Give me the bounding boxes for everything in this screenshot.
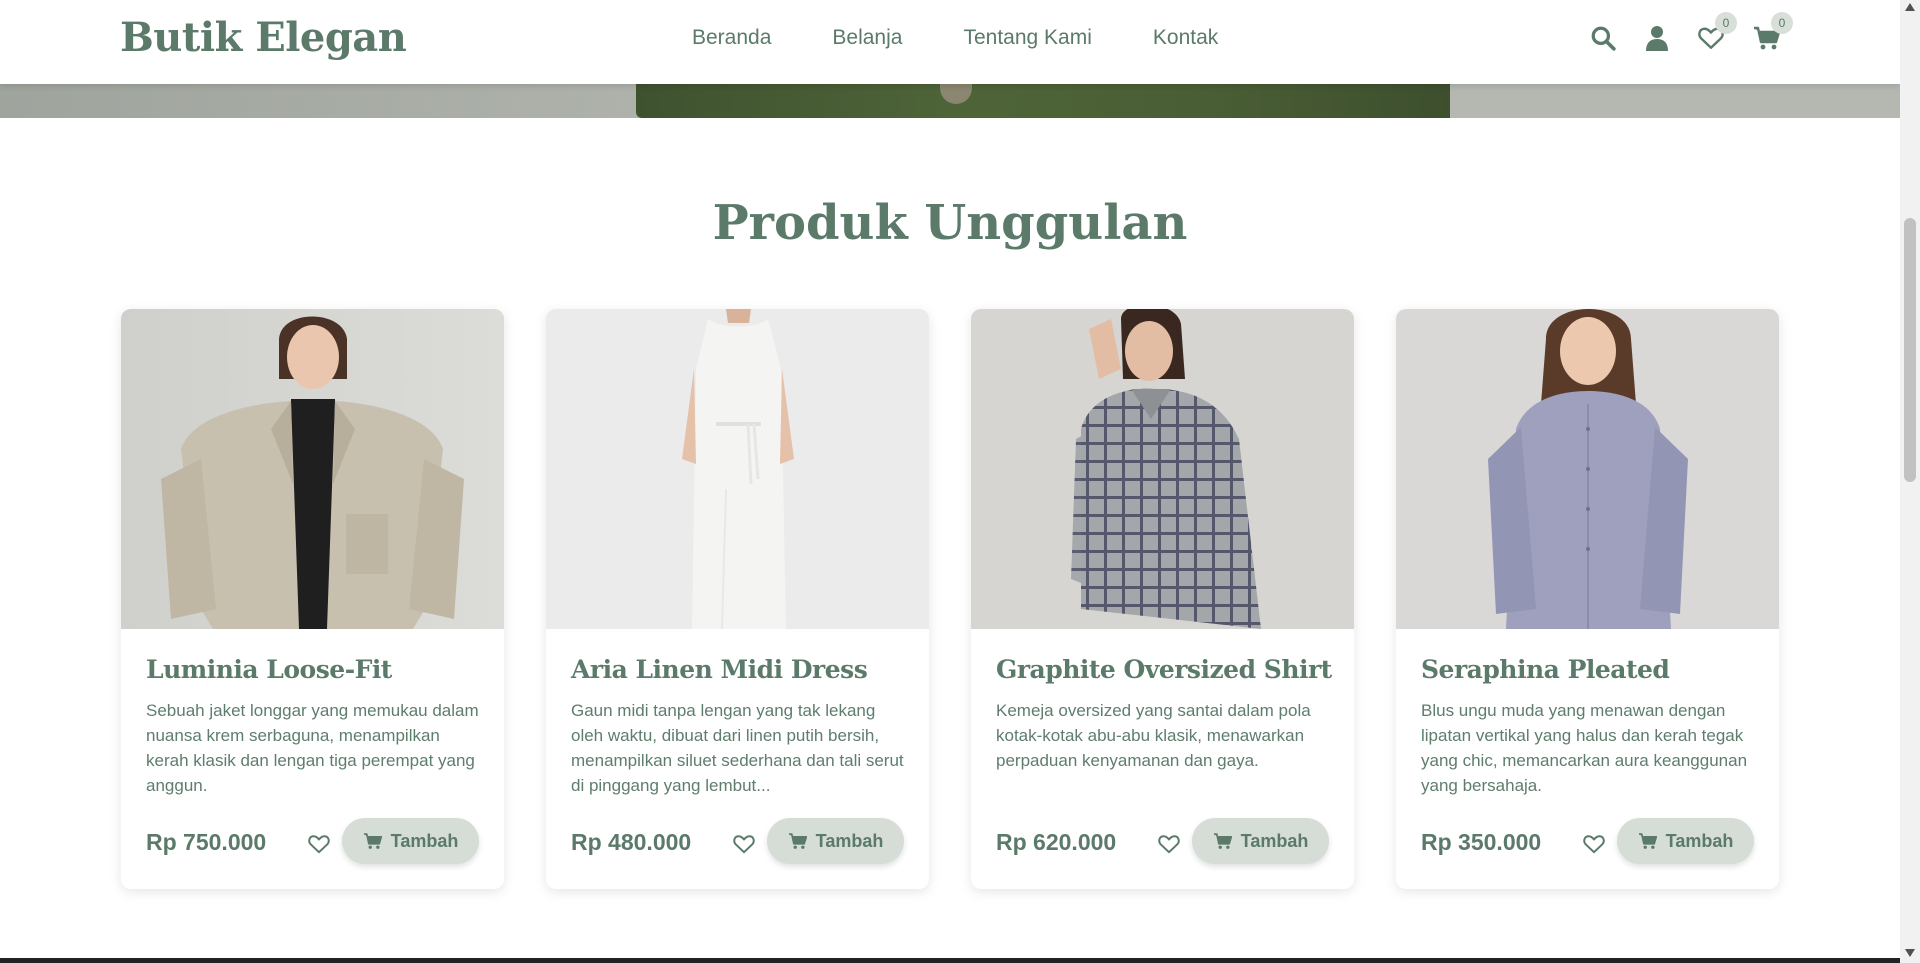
- product-card[interactable]: Luminia Loose-Fit Sebuah jaket longgar y…: [121, 309, 504, 889]
- user-icon: [1646, 26, 1668, 51]
- product-description: Kemeja oversized yang santai dalam pola …: [996, 701, 1311, 770]
- product-price: Rp 480.000: [571, 829, 692, 855]
- add-to-cart-button[interactable]: Tambah: [1617, 818, 1754, 864]
- add-to-cart-label: Tambah: [390, 830, 459, 851]
- product-image[interactable]: [971, 309, 1354, 629]
- product-image[interactable]: [546, 309, 929, 629]
- search-button[interactable]: [1586, 20, 1620, 56]
- section-title: Produk Unggulan: [712, 195, 1188, 251]
- add-to-cart-label: Tambah: [1240, 830, 1309, 851]
- add-to-cart-button[interactable]: Tambah: [1192, 818, 1329, 864]
- nav-belanja[interactable]: Belanja: [832, 26, 902, 50]
- product-description: Sebuah jaket longgar yang memukau dalam …: [146, 701, 479, 795]
- brand-logo[interactable]: Butik Elegan: [120, 14, 407, 61]
- main-nav: Beranda Belanja Tentang Kami Kontak: [692, 26, 1279, 50]
- product-description: Blus ungu muda yang menawan dengan lipat…: [1421, 701, 1748, 795]
- heart-icon: [308, 835, 330, 854]
- wishlist-count-badge: 0: [1715, 12, 1737, 34]
- heart-icon: [1158, 835, 1180, 854]
- account-button[interactable]: [1640, 20, 1674, 56]
- heart-icon: [733, 835, 755, 854]
- cart-icon: [363, 833, 382, 849]
- product-card[interactable]: Graphite Oversized Shirt Kemeja oversize…: [971, 309, 1354, 889]
- product-name[interactable]: Seraphina Pleated: [1421, 655, 1670, 684]
- add-to-wishlist-button[interactable]: [1581, 831, 1607, 857]
- nav-kontak[interactable]: Kontak: [1153, 26, 1218, 50]
- add-to-cart-button[interactable]: Tambah: [342, 818, 479, 864]
- vertical-scrollbar[interactable]: [1900, 0, 1920, 963]
- add-to-cart-label: Tambah: [815, 830, 884, 851]
- product-price: Rp 750.000: [146, 829, 267, 855]
- product-name[interactable]: Graphite Oversized Shirt: [996, 655, 1332, 684]
- heart-icon: [1583, 835, 1605, 854]
- add-to-wishlist-button[interactable]: [306, 831, 332, 857]
- scrollbar-thumb[interactable]: [1904, 218, 1916, 482]
- product-description: Gaun midi tanpa lengan yang tak lekang o…: [571, 701, 904, 795]
- site-header: Butik Elegan Beranda Belanja Tentang Kam…: [0, 0, 1900, 84]
- product-image[interactable]: [121, 309, 504, 629]
- nav-tentang-kami[interactable]: Tentang Kami: [963, 26, 1091, 50]
- add-to-wishlist-button[interactable]: [731, 831, 757, 857]
- product-price: Rp 350.000: [1421, 829, 1542, 855]
- product-price: Rp 620.000: [996, 829, 1117, 855]
- add-to-cart-button[interactable]: Tambah: [767, 818, 904, 864]
- cart-button[interactable]: 0: [1750, 12, 1793, 56]
- scroll-down-arrow-icon[interactable]: [1905, 949, 1915, 957]
- product-card[interactable]: Seraphina Pleated Blus ungu muda yang me…: [1396, 309, 1779, 889]
- product-image[interactable]: [1396, 309, 1779, 629]
- wishlist-button[interactable]: 0: [1694, 12, 1737, 56]
- add-to-cart-label: Tambah: [1665, 830, 1734, 851]
- cart-icon: [788, 833, 807, 849]
- product-name[interactable]: Luminia Loose-Fit: [146, 655, 392, 684]
- product-name[interactable]: Aria Linen Midi Dress: [571, 655, 868, 684]
- cart-icon: [1213, 833, 1232, 849]
- add-to-wishlist-button[interactable]: [1156, 831, 1182, 857]
- nav-beranda[interactable]: Beranda: [692, 26, 771, 50]
- window-bottom-edge: [0, 958, 1900, 963]
- search-icon: [1591, 26, 1616, 51]
- scroll-up-arrow-icon[interactable]: [1905, 3, 1915, 11]
- cart-count-badge: 0: [1771, 12, 1793, 34]
- cart-icon: [1638, 833, 1657, 849]
- hero-image: [0, 84, 1900, 118]
- product-card[interactable]: Aria Linen Midi Dress Gaun midi tanpa le…: [546, 309, 929, 889]
